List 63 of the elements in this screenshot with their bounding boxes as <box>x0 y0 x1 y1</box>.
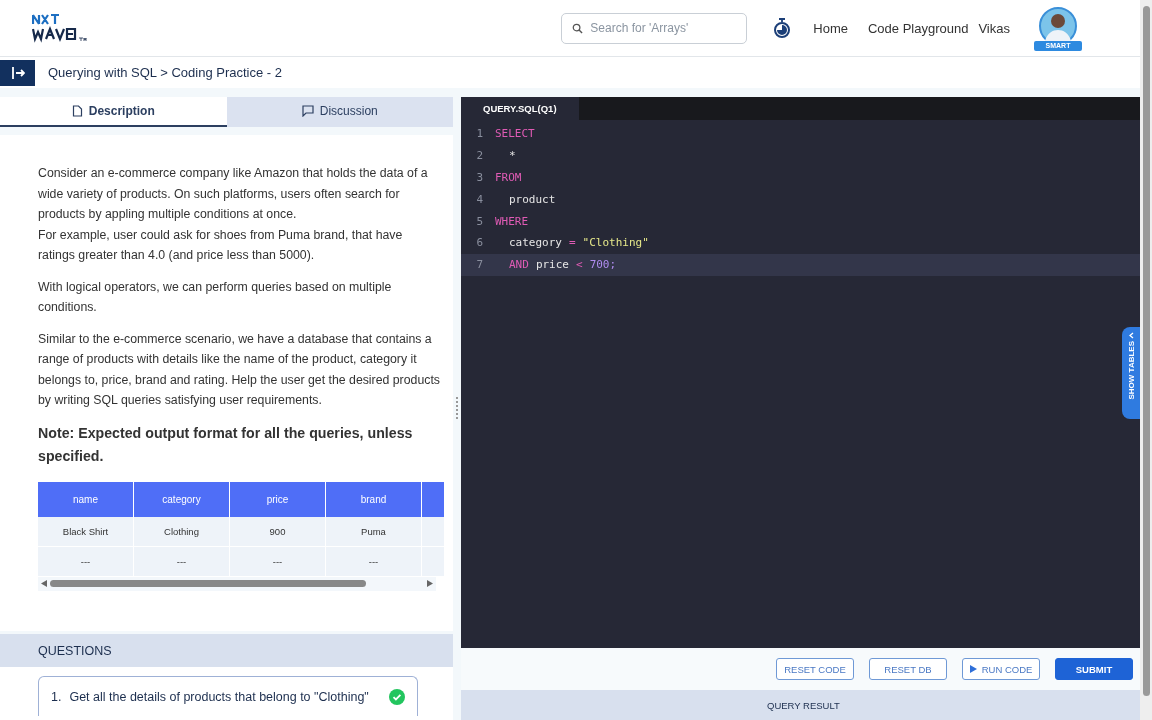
play-icon <box>969 665 977 673</box>
drag-handle[interactable] <box>456 396 458 421</box>
document-icon <box>71 105 83 117</box>
tab[interactable]: Discussion <box>226 97 453 127</box>
action-button[interactable]: RESET DB <box>869 658 947 680</box>
table-cell: --- <box>229 546 326 576</box>
code-line: WHERE <box>495 214 529 228</box>
table-header-cell <box>421 481 445 517</box>
nav-link[interactable]: Code Playground <box>867 20 969 36</box>
action-button[interactable]: RUN CODE <box>962 658 1040 680</box>
action-button[interactable]: RESET CODE <box>776 658 854 680</box>
code-line: SELECT <box>495 127 535 141</box>
line-number: 7 <box>475 258 483 272</box>
table-header-cell: category <box>133 481 230 517</box>
arrow-icon <box>10 65 25 80</box>
search-field[interactable]: Search for 'Arrays' <box>561 12 748 44</box>
description-paragraph: For example, user could ask for shoes from Puma brand, that have ratings greater than 4.0 (and price less than 5000). <box>38 226 404 264</box>
table-header-cell: brand <box>325 481 422 517</box>
question-number: 1. <box>51 689 62 704</box>
code-editor[interactable]: 1 SELECT 2 * 3 FROM 4 product 5 WHERE 6 category = "Clothing" 7 AND price < 700; SHOW TABLES <box>461 120 1140 648</box>
line-number: 5 <box>475 214 483 228</box>
table-cell: Clothing <box>133 516 230 546</box>
vertical-scrollbar[interactable] <box>1140 0 1152 720</box>
nav-link[interactable]: Home <box>813 20 848 36</box>
chevron-icon <box>1128 332 1134 339</box>
section-title: QUESTIONS <box>38 643 112 658</box>
table-header-cell: name <box>38 481 134 517</box>
show-tables-tab[interactable]: SHOW TABLES <box>1122 327 1140 419</box>
description-paragraph: Similar to the e-commerce scenario, we have a database that contains a range of products with details like the name of the product, category it belongs to, price, brand and rating. Help the user get the desired products by writing SQL queries satisfying user requirements. <box>38 330 440 409</box>
table-cell: Black Shirt <box>38 516 134 546</box>
section-title: QUERY RESULT <box>767 699 840 711</box>
line-number: 4 <box>475 192 483 206</box>
code-line: FROM <box>495 171 522 184</box>
table-header-cell: price <box>229 481 326 517</box>
table-cell: Puma <box>325 516 422 546</box>
table-cell: 900 <box>229 516 326 546</box>
question-text: Get all the details of products that belong to "Clothing" <box>69 689 370 704</box>
collapse-button[interactable] <box>0 59 35 86</box>
search-icon <box>572 22 584 34</box>
code-line: product <box>509 192 556 206</box>
code-line: AND price < 700; <box>509 258 617 272</box>
table-cell: --- <box>325 546 422 576</box>
table-cell: --- <box>38 546 134 576</box>
user-name[interactable]: Vikas <box>978 20 1010 36</box>
table-cell: --- <box>133 546 230 576</box>
description-paragraph: Consider an e-commerce company like Amazon that holds the data of a wide variety of products. On such platforms, users often search for products by appling multiple conditions at once. <box>38 165 429 223</box>
file-tab[interactable]: QUERY.SQL(Q1) <box>461 97 579 120</box>
code-line: * <box>509 149 516 163</box>
tab[interactable]: Description <box>0 97 227 127</box>
description-paragraph: With logical operators, we can perform queries based on multiple conditions. <box>38 278 393 316</box>
action-button[interactable]: SUBMIT <box>1055 658 1133 680</box>
left-arrow-icon[interactable] <box>41 580 47 587</box>
line-number: 2 <box>475 149 483 163</box>
breadcrumb: Querying with SQL > Coding Practice - 2 <box>48 65 282 80</box>
stopwatch-icon[interactable] <box>773 18 792 38</box>
question-card[interactable]: 1. Get all the details of products that belong to "Clothing" <box>38 676 418 716</box>
line-number: 3 <box>475 171 483 184</box>
line-number: 1 <box>475 127 483 141</box>
line-number: 6 <box>475 236 483 250</box>
right-arrow-icon[interactable] <box>427 580 433 587</box>
note-text: Note: Expected output format for all the queries, unless specified. <box>38 423 414 466</box>
code-line: category = "Clothing" <box>509 236 649 250</box>
chat-icon <box>301 105 314 117</box>
